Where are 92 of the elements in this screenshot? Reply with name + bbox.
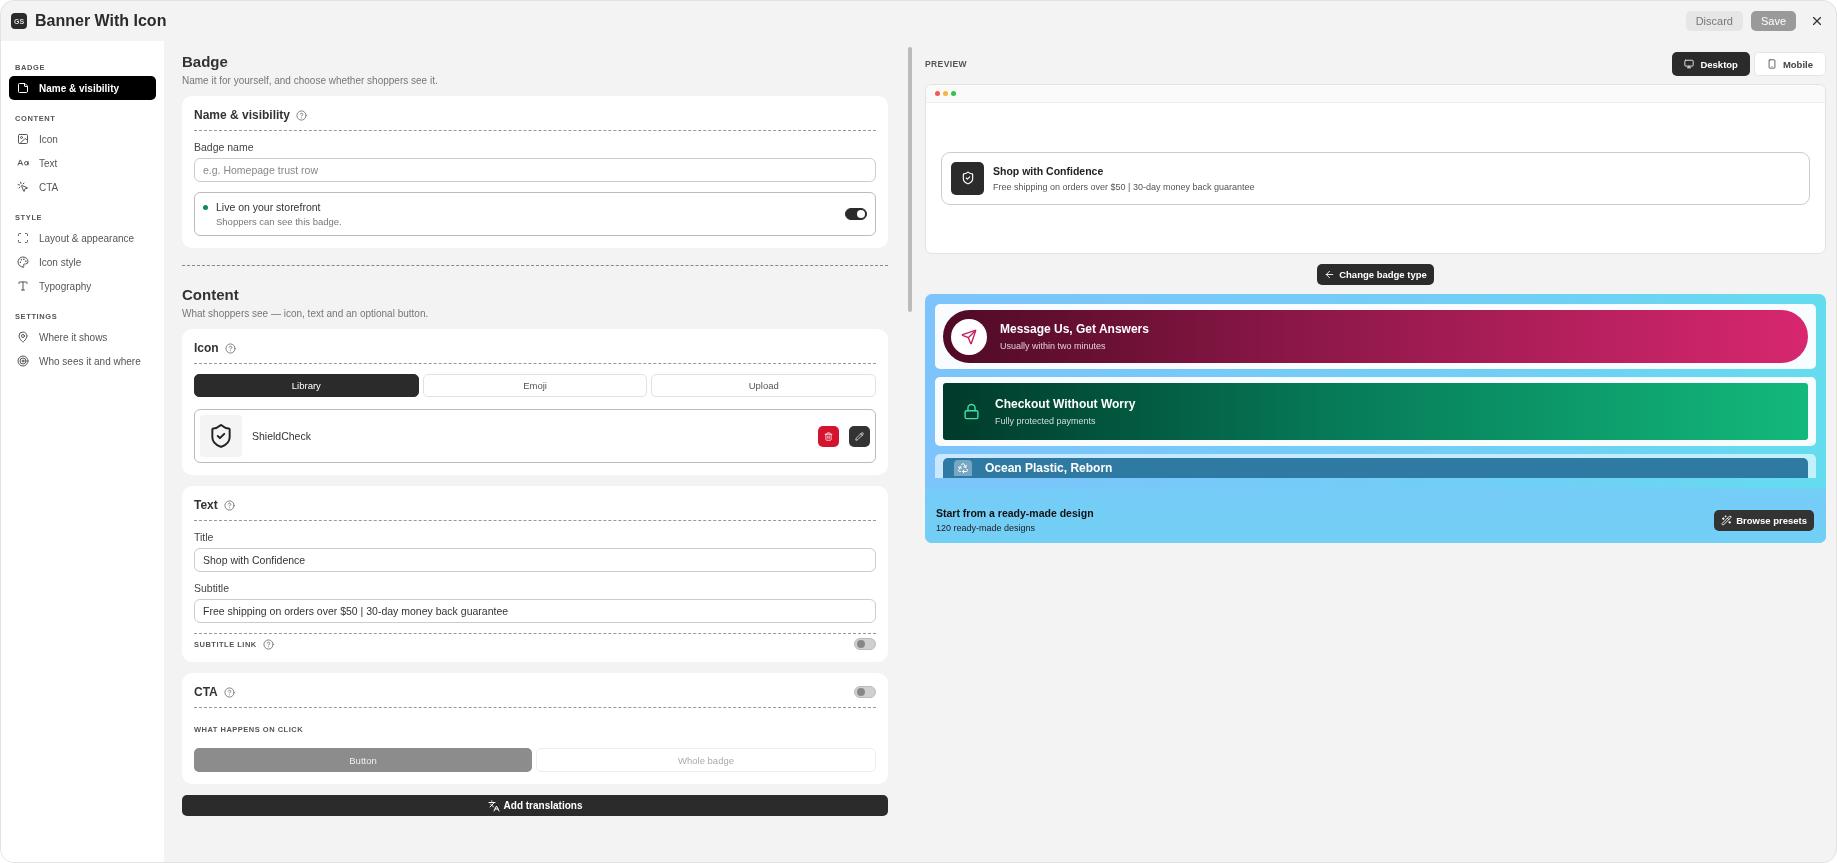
sidebar-item-label: Typography (39, 280, 92, 292)
section-description: What shoppers see — icon, text and an optional button. (182, 308, 430, 319)
badge-name-field[interactable]: e.g. Homepage trust row (194, 158, 876, 182)
help-icon[interactable] (223, 499, 235, 511)
section-heading: Badge (182, 53, 229, 70)
sidebar-item[interactable]: Where it shows (9, 325, 156, 349)
sidebar-item-label: Layout & appearance (39, 232, 135, 244)
sidebar-item-label: Icon style (39, 256, 82, 268)
field-label: Subtitle (194, 582, 231, 594)
window-dot (943, 91, 948, 96)
translate-icon (487, 799, 500, 812)
sidebar-item[interactable]: Typography (9, 274, 156, 298)
browse-presets-button[interactable]: Browse presets (1714, 510, 1814, 531)
edit-button[interactable] (849, 425, 870, 447)
help-icon[interactable] (296, 109, 308, 121)
preset-subtitle: Fully protected payments (995, 416, 1097, 426)
trash-icon (824, 430, 833, 442)
note-icon (17, 82, 29, 94)
sidebar-item-label: Text (39, 157, 58, 169)
sidebar-item-label: CTA (39, 181, 59, 193)
field-label: Title (194, 531, 215, 543)
visibility-subtitle: Shoppers can see this badge. (216, 216, 343, 227)
card-title: Icon (194, 341, 219, 355)
sidebar-item-label: Who sees it and where (39, 355, 141, 367)
device-toggle[interactable]: Mobile (1753, 52, 1826, 76)
shield-check-icon (200, 415, 242, 457)
preset-title: Ocean Plastic, Reborn (985, 461, 1113, 475)
text-field[interactable]: Free shipping on orders over $50 | 30-day money back guarantee (194, 599, 876, 623)
shield-check-icon (951, 161, 984, 195)
preview-label: PREVIEW (925, 59, 968, 69)
sidebar-item[interactable]: CTA (9, 175, 156, 199)
icon-source-tab[interactable]: Emoji (422, 374, 648, 397)
sidebar-item[interactable]: Icon style (9, 250, 156, 274)
image-icon (17, 133, 29, 145)
phone-icon (1766, 59, 1777, 69)
visibility-title: Live on your storefront (216, 201, 322, 213)
map-pin-icon (17, 331, 29, 343)
help-icon[interactable] (223, 686, 235, 698)
presets-count: 120 ready-made designs (936, 523, 1037, 533)
preset-title: Checkout Without Worry (995, 397, 1136, 411)
scrollbar[interactable] (908, 47, 912, 312)
card-title: Text (194, 498, 218, 512)
preset-banner[interactable]: Checkout Without Worry Fully protected payments (943, 383, 1808, 440)
delete-button[interactable] (818, 425, 839, 447)
icon-source-tab[interactable]: Library (194, 374, 419, 397)
badge-title: Shop with Confidence (993, 164, 1105, 177)
preset-banner[interactable]: Message Us, Get Answers Usually within two minutes (943, 310, 1808, 363)
sidebar-item-label: Where it shows (39, 331, 108, 343)
frame-corners-icon (17, 232, 29, 244)
preset-banner[interactable]: Ocean Plastic, Reborn (943, 458, 1808, 478)
pencil-icon (855, 430, 864, 442)
arrow-left-icon (1324, 269, 1336, 280)
target-icon (17, 355, 29, 367)
sidebar-item-label: Name & visibility (39, 82, 120, 94)
magic-wand-icon (1721, 515, 1733, 526)
sidebar-item-label: Icon (39, 133, 58, 145)
icon-source-tab[interactable]: Upload (651, 374, 876, 397)
card-title: CTA (194, 685, 218, 699)
section-description: Name it for yourself, and choose whether shoppers see it. (182, 75, 439, 86)
text-field[interactable]: Shop with Confidence (194, 548, 876, 572)
window-title: Banner With Icon (35, 12, 168, 30)
window-dot (935, 91, 940, 96)
send-icon (951, 318, 987, 355)
sidebar-item[interactable]: Icon (9, 127, 156, 151)
presets-heading: Start from a ready-made design (936, 507, 1094, 519)
letter-icon (17, 280, 29, 292)
text-icon (17, 157, 29, 169)
icon-name: ShieldCheck (252, 430, 312, 442)
cta-toggle[interactable] (854, 686, 876, 698)
cursor-click-icon (17, 181, 29, 193)
add-translations-button[interactable]: Add translations (182, 795, 888, 816)
device-toggle[interactable]: Desktop (1672, 52, 1750, 76)
preset-subtitle: Usually within two minutes (1000, 341, 1107, 351)
section-heading: Content (182, 286, 240, 303)
preset-title: Message Us, Get Answers (1000, 322, 1149, 336)
monitor-icon (1684, 59, 1695, 69)
recycle-icon (954, 460, 972, 476)
card-title: Name & visibility (194, 108, 291, 122)
badge-subtitle: Free shipping on orders over $50 | 30-day money back guarantee (993, 181, 1255, 192)
visibility-toggle[interactable] (845, 208, 867, 220)
sidebar-item[interactable]: Name & visibility (9, 76, 156, 100)
field-label: Badge name (194, 141, 255, 153)
window-dot (951, 91, 956, 96)
sidebar-item[interactable]: Who sees it and where (9, 349, 156, 373)
help-icon[interactable] (224, 342, 236, 354)
change-badge-type-button[interactable]: Change badge type (1317, 264, 1434, 285)
sidebar-item[interactable]: Layout & appearance (9, 226, 156, 250)
sidebar-item[interactable]: Text (9, 151, 156, 175)
subtitle-link-toggle[interactable] (854, 638, 876, 650)
help-icon[interactable] (262, 638, 274, 650)
palette-icon (17, 256, 29, 268)
close-icon (1810, 14, 1824, 28)
